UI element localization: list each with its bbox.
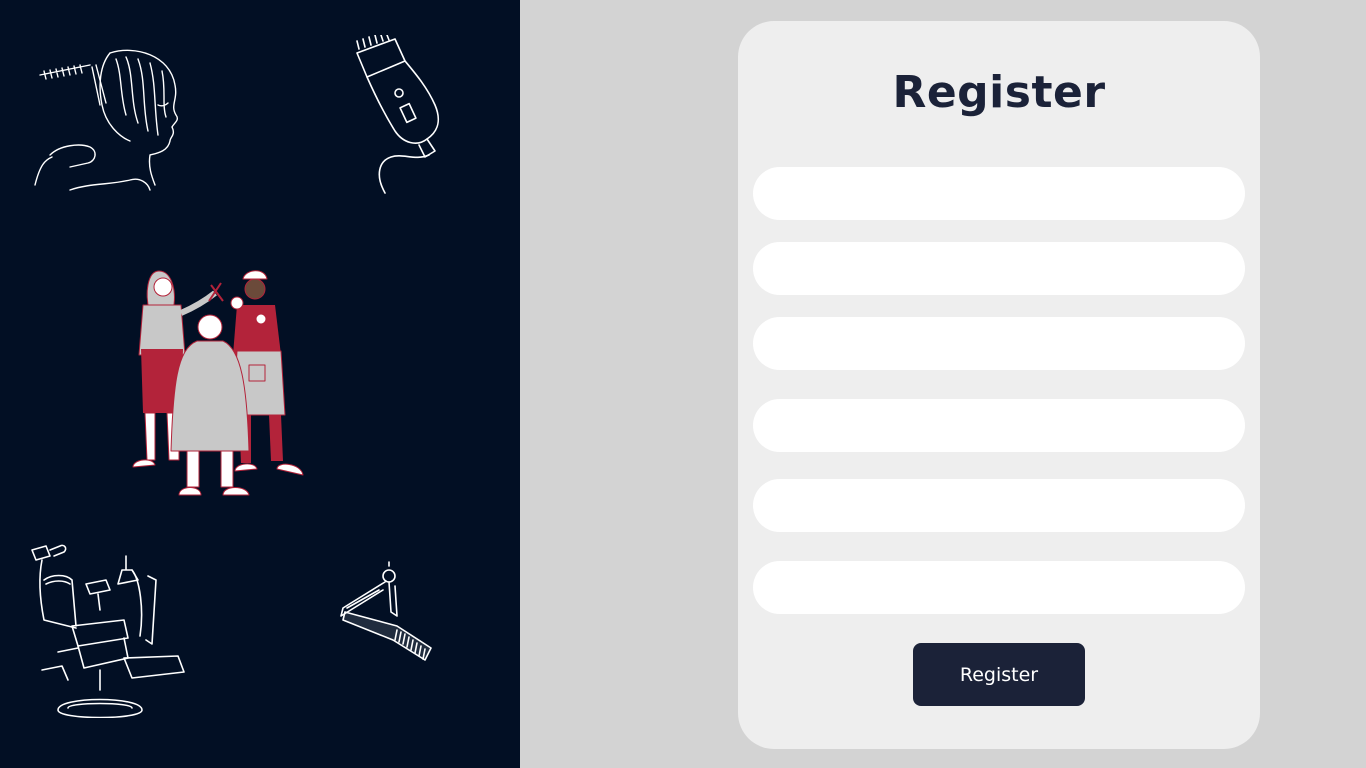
register-field-3[interactable] xyxy=(753,317,1245,370)
barber-chair-icon xyxy=(31,544,185,718)
stylists-with-client-illustration xyxy=(132,270,304,496)
register-field-1[interactable] xyxy=(753,167,1245,220)
register-field-2[interactable] xyxy=(753,242,1245,295)
register-field-6[interactable] xyxy=(753,561,1245,614)
register-field-4[interactable] xyxy=(753,399,1245,452)
register-title: Register xyxy=(892,67,1106,118)
register-button[interactable]: Register xyxy=(913,643,1085,706)
woman-haircut-sketch-icon xyxy=(34,49,179,191)
hair-clipper-icon xyxy=(356,35,440,194)
illustration-panel xyxy=(0,0,520,768)
register-card: Register Register xyxy=(738,21,1260,749)
straight-razor-comb-icon xyxy=(340,561,432,661)
register-field-5[interactable] xyxy=(753,479,1245,532)
